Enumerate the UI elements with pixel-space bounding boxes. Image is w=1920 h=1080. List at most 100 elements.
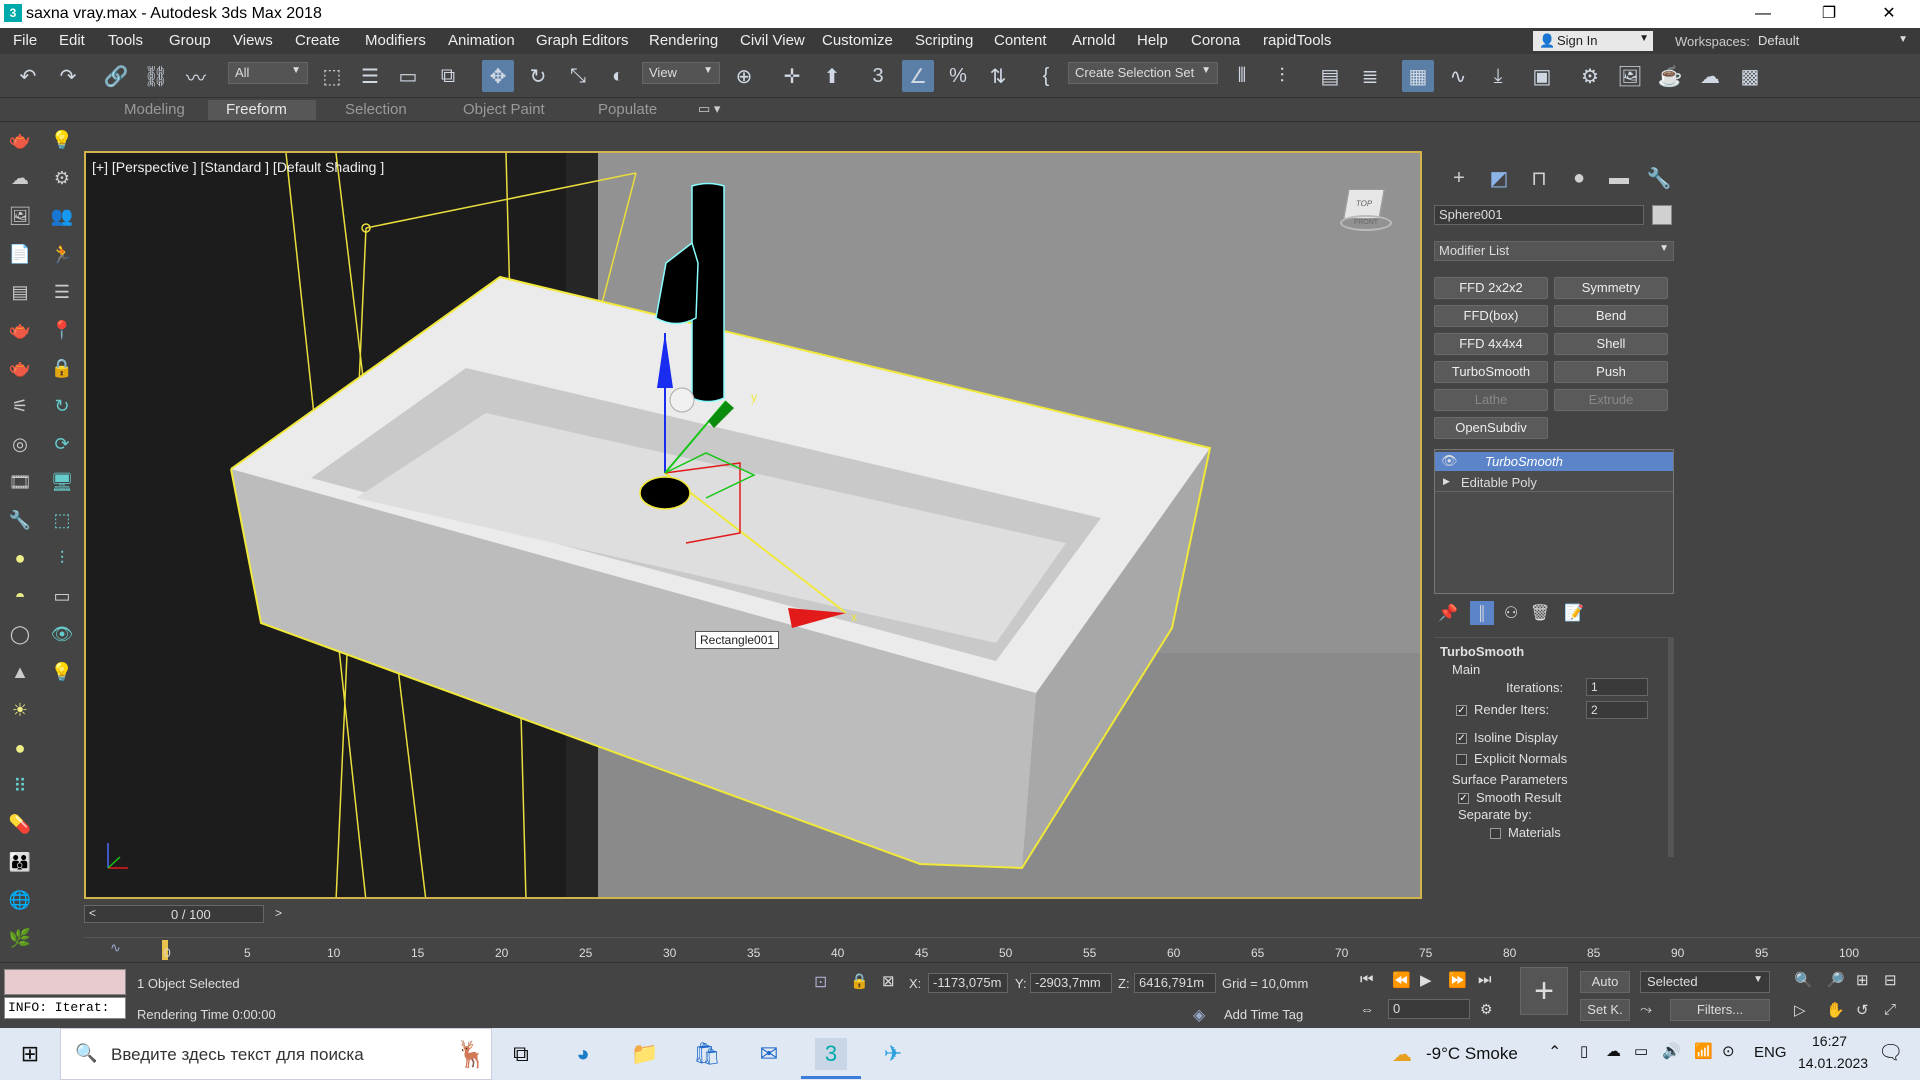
- sign-in-dropdown[interactable]: 👤 Sign In ▼: [1533, 31, 1653, 51]
- render-iters-spinner[interactable]: 2: [1586, 701, 1648, 719]
- menu-rapidtools[interactable]: rapidTools: [1263, 32, 1331, 49]
- isolate-selection-icon[interactable]: ⊡: [814, 972, 827, 992]
- materials-checkbox[interactable]: [1490, 828, 1501, 839]
- zoom-extents-icon[interactable]: ⊞: [1856, 971, 1869, 989]
- select-scale-icon[interactable]: ⤡: [562, 60, 594, 92]
- menu-group[interactable]: Group: [169, 32, 211, 49]
- globe-icon[interactable]: 🌐: [6, 886, 34, 914]
- tab-object-paint[interactable]: Object Paint: [445, 100, 563, 120]
- modifier-ffd-box-button[interactable]: FFD(box): [1434, 305, 1548, 327]
- next-frame-icon[interactable]: >: [275, 906, 282, 920]
- unlink-icon[interactable]: ⛓: [140, 60, 172, 92]
- play-icon[interactable]: ▶: [1420, 971, 1432, 989]
- reference-coordinate-dropdown[interactable]: View ▼: [642, 62, 720, 84]
- time-slider[interactable]: < 0 / 100 >: [84, 905, 282, 923]
- set-key-button[interactable]: Set K.: [1580, 999, 1630, 1021]
- render-iters-checkbox[interactable]: ✓: [1456, 705, 1467, 716]
- tray-device-icon[interactable]: ▯: [1580, 1042, 1588, 1060]
- zoom-icon[interactable]: 🔍: [1794, 971, 1813, 989]
- people-group-icon[interactable]: 👪: [6, 848, 34, 876]
- windows-start-icon[interactable]: ⊞: [14, 1038, 46, 1070]
- object-name-field[interactable]: Sphere001: [1434, 205, 1644, 225]
- next-key-icon[interactable]: ⏩: [1448, 971, 1467, 989]
- undo-icon[interactable]: ↶: [12, 60, 44, 92]
- edit-named-selection-icon[interactable]: {: [1030, 60, 1062, 92]
- gold-sphere-icon[interactable]: ●: [6, 734, 34, 762]
- menu-views[interactable]: Views: [233, 32, 273, 49]
- make-unique-icon[interactable]: ⚇: [1504, 603, 1518, 623]
- workspace-dropdown[interactable]: Default ▼: [1752, 31, 1912, 51]
- modifier-push-button[interactable]: Push: [1554, 361, 1668, 383]
- scene-canvas[interactable]: y x: [86, 153, 1422, 899]
- task-view-icon[interactable]: ⧉: [505, 1038, 537, 1070]
- ribbon-toggle-icon[interactable]: ▦: [1402, 60, 1434, 92]
- sun-icon[interactable]: ☀: [6, 696, 34, 724]
- figure-icon[interactable]: 🏃: [48, 240, 76, 268]
- configure-sets-icon[interactable]: 📝: [1564, 603, 1584, 623]
- 3dsmax-taskbar-icon[interactable]: 3: [815, 1038, 847, 1070]
- close-button[interactable]: ✕: [1866, 0, 1912, 28]
- goto-end-icon[interactable]: ⏭: [1478, 971, 1492, 988]
- gear-icon[interactable]: ⚙: [48, 164, 76, 192]
- menu-rendering[interactable]: Rendering: [649, 32, 718, 49]
- plant-icon[interactable]: 🌿: [6, 924, 34, 952]
- rectangular-selection-icon[interactable]: ▭: [392, 60, 424, 92]
- expand-triangle-icon[interactable]: ▶: [1443, 476, 1450, 487]
- modifier-list-dropdown[interactable]: Modifier List ▼: [1434, 241, 1674, 261]
- pin-stack-icon[interactable]: 📌: [1438, 603, 1458, 623]
- teapot-icon[interactable]: 🫖: [6, 126, 34, 154]
- stack-item-turbosmooth[interactable]: 👁 TurboSmooth: [1435, 452, 1673, 471]
- orbit-icon[interactable]: ↺: [1856, 1001, 1869, 1019]
- track-bar[interactable]: ∿ 0 5 10 15 20 25 30 35 40 45 50 55 60 6…: [84, 937, 1920, 961]
- language-indicator[interactable]: ENG: [1754, 1044, 1787, 1061]
- menu-graph-editors[interactable]: Graph Editors: [536, 32, 629, 49]
- panel-scrollbar[interactable]: [1668, 637, 1674, 857]
- modifier-ffd-4x4x4-button[interactable]: FFD 4x4x4: [1434, 333, 1548, 355]
- mirror-icon[interactable]: ⫴: [1226, 60, 1258, 92]
- pan-icon[interactable]: ✋: [1826, 1001, 1845, 1019]
- rotate-icon[interactable]: ↻: [48, 392, 76, 420]
- modifier-bend-button[interactable]: Bend: [1554, 305, 1668, 327]
- volume-icon[interactable]: 🔊: [1662, 1042, 1681, 1060]
- explicit-normals-checkbox[interactable]: [1456, 754, 1467, 765]
- z-coordinate-field[interactable]: 6416,791m: [1134, 973, 1216, 993]
- viewport-label[interactable]: [+] [Perspective ] [Standard ] [Default …: [92, 159, 384, 175]
- object-color-swatch[interactable]: [1652, 205, 1672, 225]
- menu-create[interactable]: Create: [295, 32, 340, 49]
- viewcube-ring[interactable]: FRONT: [1340, 215, 1392, 231]
- tab-selection[interactable]: Selection: [327, 100, 425, 120]
- eye-icon[interactable]: 👁: [1441, 453, 1458, 469]
- film-icon[interactable]: 🎞: [6, 468, 34, 496]
- key-filter-dropdown[interactable]: Selected ▼: [1640, 971, 1770, 993]
- display-tab-icon[interactable]: ▬: [1604, 165, 1634, 191]
- y-coordinate-field[interactable]: -2903,7mm: [1030, 973, 1112, 993]
- viewcube[interactable]: TOP FRONT: [1336, 189, 1396, 237]
- spinner-snap-icon[interactable]: ⇅: [982, 60, 1014, 92]
- table-icon[interactable]: ▤: [6, 278, 34, 306]
- clock-time[interactable]: 16:27: [1812, 1033, 1847, 1049]
- rendered-frame-icon[interactable]: 🖼: [1614, 60, 1646, 92]
- pills-icon[interactable]: 💊: [6, 810, 34, 838]
- align-icon[interactable]: ⫶: [1266, 60, 1298, 92]
- hierarchy-tab-icon[interactable]: ⊓: [1524, 165, 1554, 191]
- keyboard-shortcut-icon[interactable]: ⬆: [816, 60, 848, 92]
- time-tag-icon[interactable]: ◈: [1193, 1005, 1205, 1025]
- link-icon[interactable]: 🔗: [100, 60, 132, 92]
- scene-explorer-icon[interactable]: ▤: [1314, 60, 1346, 92]
- tray-cloud-icon[interactable]: ☁: [1606, 1042, 1621, 1060]
- refresh-icon[interactable]: ⟳: [48, 430, 76, 458]
- weather-text[interactable]: -9°C Smoke: [1426, 1044, 1518, 1064]
- show-hidden-icons-icon[interactable]: ⌃: [1548, 1042, 1561, 1062]
- select-manipulate-icon[interactable]: ✛: [776, 60, 808, 92]
- modify-tab-icon[interactable]: ◩: [1484, 165, 1514, 191]
- modifier-lathe-button[interactable]: Lathe: [1434, 389, 1548, 411]
- taskbar-search[interactable]: 🔍 Введите здесь текст для поиска 🦌: [60, 1028, 492, 1080]
- goto-start-icon[interactable]: ⏮: [1360, 971, 1374, 988]
- telegram-icon[interactable]: ✈: [877, 1038, 909, 1070]
- maxscript-listener[interactable]: [4, 969, 126, 995]
- modifier-turbosmooth-button[interactable]: TurboSmooth: [1434, 361, 1548, 383]
- cone-icon[interactable]: ▲: [6, 658, 34, 686]
- network-icon[interactable]: ⊙: [1722, 1042, 1735, 1060]
- minimize-button[interactable]: —: [1740, 0, 1786, 28]
- zoom-all-icon[interactable]: 🔎: [1826, 971, 1845, 989]
